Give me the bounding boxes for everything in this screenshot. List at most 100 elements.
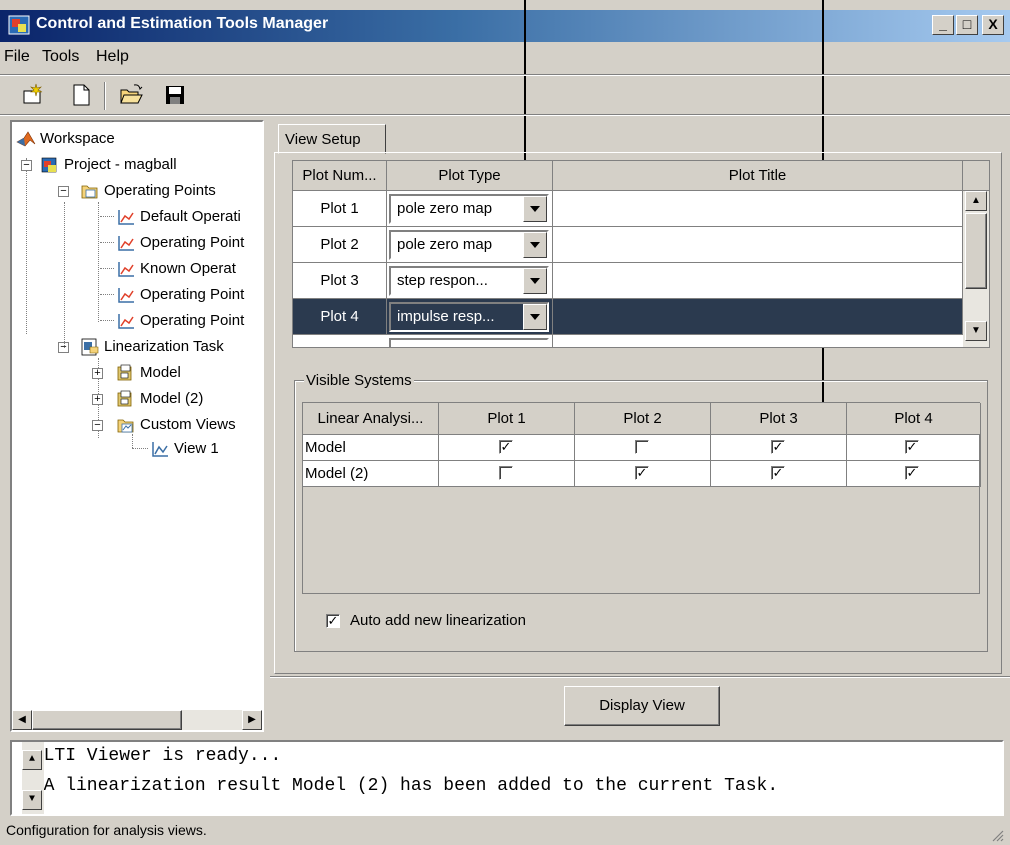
visibility-checkbox[interactable]: [499, 466, 513, 480]
folder-open-icon: [81, 185, 98, 199]
chevron-down-icon[interactable]: [523, 304, 547, 330]
project-icon: [41, 157, 57, 173]
plot-type-cell: pole zero map: [387, 191, 553, 227]
dropdown-value: pole zero map: [397, 200, 493, 217]
expand-model-toggle[interactable]: +: [92, 368, 103, 379]
menu-separator: [0, 74, 1010, 76]
new-task-icon[interactable]: [20, 82, 46, 108]
close-button[interactable]: X: [982, 15, 1004, 35]
scroll-up-button[interactable]: ▲: [22, 750, 42, 770]
plot-type-dropdown[interactable]: step respon...: [389, 266, 549, 296]
operating-point-icon: [118, 236, 134, 251]
plot-type-cell-partial: [387, 335, 553, 347]
plot-table: Plot Num... Plot Type Plot Title Plot 1 …: [292, 160, 990, 348]
menu-bar: File Tools Help: [0, 44, 1010, 72]
plot-title-cell[interactable]: [553, 227, 963, 263]
tree-line: [64, 202, 65, 348]
chevron-down-icon[interactable]: [523, 232, 547, 258]
header-plot-4[interactable]: Plot 4: [847, 403, 981, 435]
visibility-checkbox[interactable]: ✓: [635, 466, 649, 480]
model-icon: [117, 390, 132, 407]
scroll-down-button[interactable]: ▼: [965, 321, 987, 341]
tree-line: [100, 268, 114, 269]
tree-line: [98, 202, 99, 322]
workspace-tree[interactable]: Workspace − Project - magball − Operatin…: [10, 120, 264, 732]
panel-separator: [270, 676, 1010, 678]
header-plot-1[interactable]: Plot 1: [439, 403, 575, 435]
plot-type-dropdown[interactable]: impulse resp...: [389, 302, 549, 332]
tree-line: [100, 294, 114, 295]
title-bar: Control and Estimation Tools Manager _ □…: [0, 10, 1010, 42]
plot-num-cell: Plot 3: [293, 263, 387, 299]
resize-grip-icon[interactable]: [990, 828, 1004, 842]
view-plot-icon: [152, 442, 168, 457]
header-plot-type[interactable]: Plot Type: [387, 161, 553, 191]
display-view-button[interactable]: Display View: [564, 686, 720, 726]
scroll-down-button[interactable]: ▼: [22, 790, 42, 810]
tree-line: [100, 216, 114, 217]
operating-point-icon: [118, 210, 134, 225]
tree-line: [132, 434, 133, 448]
header-plot-3[interactable]: Plot 3: [711, 403, 847, 435]
menu-help[interactable]: Help: [96, 48, 129, 66]
visibility-checkbox[interactable]: ✓: [771, 466, 785, 480]
plot-num-cell: Plot 1: [293, 191, 387, 227]
app-window: Control and Estimation Tools Manager _ □…: [0, 0, 1010, 845]
tree-line: [100, 320, 114, 321]
new-document-icon[interactable]: [68, 82, 94, 108]
model-icon: [117, 364, 132, 381]
visibility-checkbox[interactable]: [635, 440, 649, 454]
operating-point-icon: [118, 288, 134, 303]
tab-view-setup[interactable]: View Setup: [278, 124, 386, 154]
plot-type-dropdown[interactable]: pole zero map: [389, 230, 549, 260]
open-folder-icon[interactable]: [118, 82, 144, 108]
collapse-custom-views-toggle[interactable]: −: [92, 420, 103, 431]
plot-table-scrollbar[interactable]: ▲ ▼: [963, 191, 989, 347]
scroll-thumb[interactable]: [32, 710, 182, 730]
visibility-checkbox[interactable]: ✓: [905, 466, 919, 480]
header-corner: [963, 161, 989, 191]
plot-type-dropdown[interactable]: [389, 338, 549, 347]
plot-title-cell[interactable]: [553, 263, 963, 299]
matlab-logo-icon: [16, 131, 36, 147]
console-scrollbar[interactable]: ▲ ▼: [22, 742, 44, 814]
visibility-checkbox[interactable]: ✓: [499, 440, 513, 454]
plot-type-cell: step respon...: [387, 263, 553, 299]
check-cell: [439, 461, 575, 487]
chevron-down-icon[interactable]: [523, 196, 547, 222]
maximize-button[interactable]: □: [956, 15, 978, 35]
toolbar-separator: [104, 82, 106, 110]
check-cell: ✓: [575, 461, 711, 487]
operating-point-icon: [118, 262, 134, 277]
header-plot-num[interactable]: Plot Num...: [293, 161, 387, 191]
header-plot-title[interactable]: Plot Title: [553, 161, 963, 191]
menu-tools[interactable]: Tools: [42, 48, 79, 66]
tree-horizontal-scrollbar[interactable]: ◀ ▶: [12, 710, 262, 730]
minimize-button[interactable]: _: [932, 15, 954, 35]
visibility-checkbox[interactable]: ✓: [771, 440, 785, 454]
dropdown-value: step respon...: [397, 272, 488, 289]
plot-title-cell-selected[interactable]: [553, 299, 963, 335]
scroll-up-button[interactable]: ▲: [965, 191, 987, 211]
chevron-down-icon[interactable]: [523, 268, 547, 294]
system-name-cell: Model (2): [303, 461, 439, 487]
plot-type-dropdown[interactable]: pole zero map: [389, 194, 549, 224]
save-icon[interactable]: [162, 82, 188, 108]
scroll-right-button[interactable]: ▶: [242, 710, 262, 730]
expand-model-2-toggle[interactable]: +: [92, 394, 103, 405]
app-icon: [8, 15, 30, 35]
collapse-project-toggle[interactable]: −: [21, 160, 32, 171]
plot-title-cell[interactable]: [553, 191, 963, 227]
collapse-operating-points-toggle[interactable]: −: [58, 186, 69, 197]
header-plot-2[interactable]: Plot 2: [575, 403, 711, 435]
scroll-left-button[interactable]: ◀: [12, 710, 32, 730]
toolbar: [0, 78, 1010, 112]
header-linear-analysis[interactable]: Linear Analysi...: [303, 403, 439, 435]
menu-file[interactable]: File: [4, 48, 30, 66]
check-cell: ✓: [847, 435, 981, 461]
console-line: - A linearization result Model (2) has b…: [22, 776, 779, 796]
auto-add-checkbox[interactable]: ✓: [326, 614, 340, 628]
scroll-thumb[interactable]: [965, 213, 987, 289]
status-text: Configuration for analysis views.: [6, 822, 207, 838]
visibility-checkbox[interactable]: ✓: [905, 440, 919, 454]
